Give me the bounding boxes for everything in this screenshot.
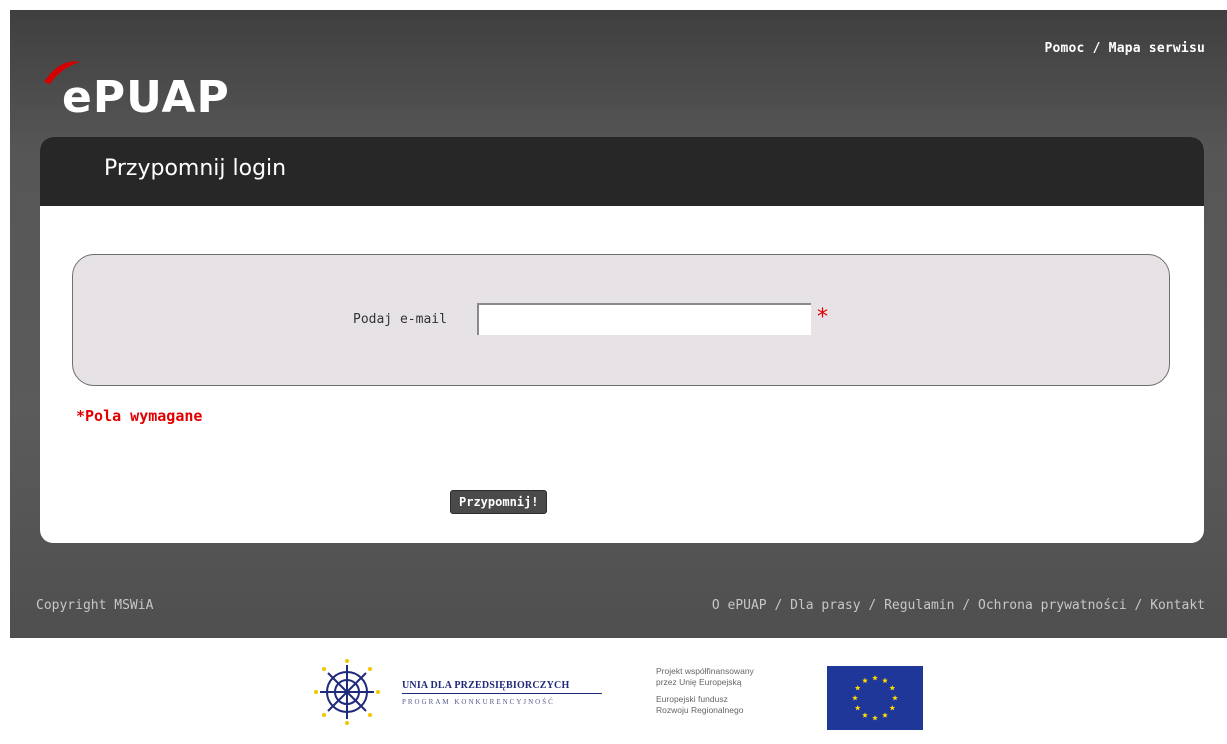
eu-text-line: Rozwoju Regionalnego [656, 705, 744, 715]
unia-divider [402, 693, 602, 694]
eu-text-line: Projekt współfinansowany [656, 666, 754, 676]
footer-link-press[interactable]: Dla prasy [790, 598, 860, 613]
footer-separator: / [954, 598, 978, 613]
footer-link-privacy[interactable]: Ochrona prywatności [978, 598, 1127, 613]
eu-text-line: Europejski fundusz [656, 694, 728, 704]
unia-subtitle: PROGRAM KONKURENCYJNOŚĆ [402, 698, 555, 706]
epuap-logo[interactable]: ePUAP [40, 60, 260, 120]
copyright: Copyright MSWiA [36, 598, 154, 613]
help-link[interactable]: Pomoc [1044, 41, 1084, 56]
required-fields-note: *Pola wymagane [76, 407, 203, 425]
sponsor-area: UNIA DLA PRZEDSIĘBIORCZYCH PROGRAM KONKU… [0, 638, 1227, 744]
top-links: Pomoc / Mapa serwisu [1044, 41, 1205, 56]
footer-separator: / [860, 598, 885, 613]
panel-header: Przypomnij login [40, 137, 1204, 206]
eu-flag-icon [827, 666, 923, 730]
link-separator: / [1084, 41, 1109, 56]
remind-button[interactable]: Przypomnij! [450, 490, 548, 514]
eu-text-line: przez Unię Europejską [656, 677, 742, 687]
footer-links: O ePUAP / Dla prasy / Regulamin / Ochron… [712, 598, 1205, 613]
eu-funding-text: Projekt współfinansowany przez Unię Euro… [656, 666, 816, 716]
unia-title: UNIA DLA PRZEDSIĘBIORCZYCH [402, 680, 570, 691]
required-star: * [817, 305, 828, 330]
unia-emblem-icon [314, 659, 380, 725]
email-field[interactable] [477, 303, 811, 335]
logo-text: ePUAP [62, 72, 230, 120]
form-box: Podaj e-mail * [72, 254, 1170, 386]
footer-link-terms[interactable]: Regulamin [884, 598, 954, 613]
footer-separator: / [1126, 598, 1151, 613]
page-title: Przypomnij login [104, 156, 287, 181]
footer-link-about[interactable]: O ePUAP [712, 598, 767, 613]
site-map-link[interactable]: Mapa serwisu [1109, 41, 1205, 56]
main-panel: Przypomnij login Podaj e-mail * *Pola wy… [40, 137, 1204, 543]
email-label: Podaj e-mail [353, 312, 447, 327]
footer-link-contact[interactable]: Kontakt [1150, 598, 1205, 613]
page: ePUAP Pomoc / Mapa serwisu Przypomnij lo… [0, 0, 1227, 744]
footer-separator: / [766, 598, 791, 613]
